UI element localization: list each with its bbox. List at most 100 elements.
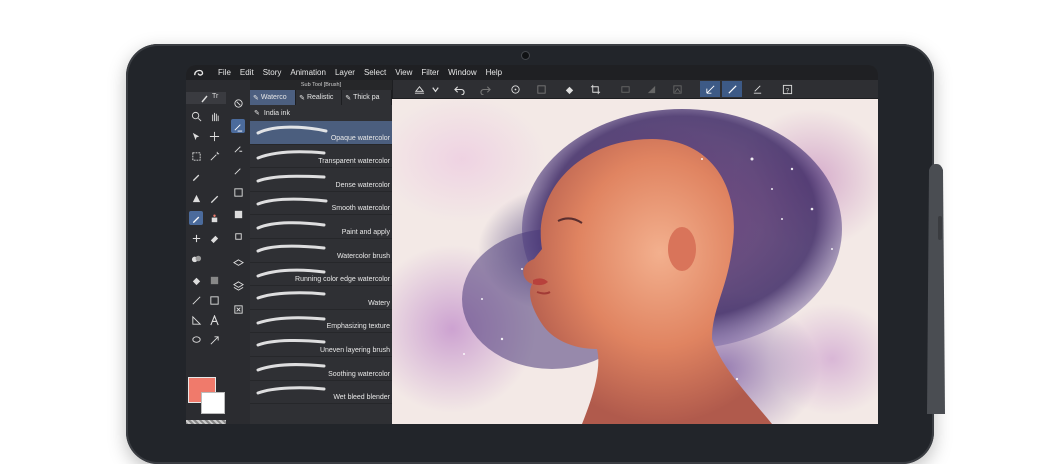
menu-select[interactable]: Select xyxy=(364,68,386,77)
material-group-icon[interactable] xyxy=(231,229,245,243)
fill-icon[interactable] xyxy=(189,273,203,287)
blend-icon[interactable] xyxy=(189,251,203,265)
zoom-icon[interactable] xyxy=(189,109,203,123)
brush-list-item[interactable]: Soothing watercolor xyxy=(250,357,392,381)
rect-select-icon[interactable] xyxy=(189,149,203,163)
redo-icon[interactable] xyxy=(478,82,492,96)
pen-icon[interactable] xyxy=(189,191,203,205)
correct-line-icon[interactable] xyxy=(207,333,221,347)
menu-edit[interactable]: Edit xyxy=(240,68,254,77)
undo-icon[interactable] xyxy=(452,82,466,96)
airbrush-icon[interactable] xyxy=(207,211,221,225)
menu-help[interactable]: Help xyxy=(486,68,502,77)
brush-list-item-label: Watery xyxy=(368,299,390,307)
stylus-pen xyxy=(927,164,945,414)
eyedropper-icon[interactable] xyxy=(189,169,203,183)
line-snap-icon[interactable] xyxy=(722,81,742,97)
brush-list-item-label: Wet bleed blender xyxy=(333,394,390,402)
brush-icon: ✎ xyxy=(299,94,305,102)
brush-list-item[interactable]: Uneven layering brush xyxy=(250,333,392,357)
brush-stroke-preview xyxy=(256,385,326,395)
brush-stroke-preview xyxy=(256,244,326,253)
brush-list-item-label: Smooth watercolor xyxy=(331,205,390,213)
text-icon[interactable] xyxy=(207,313,221,327)
lasso-select-icon[interactable] xyxy=(508,82,522,96)
brush-list-item[interactable]: Emphasizing texture xyxy=(250,310,392,334)
hand-icon[interactable] xyxy=(207,109,221,123)
decoration-icon[interactable] xyxy=(189,231,203,245)
pencil-icon[interactable] xyxy=(207,191,221,205)
help-icon[interactable]: ? xyxy=(780,82,794,96)
pen-line-icon[interactable] xyxy=(750,82,764,96)
chevron-down-icon[interactable] xyxy=(428,82,442,96)
tool-palette: Tr xyxy=(186,80,230,424)
gradient-icon[interactable] xyxy=(644,82,658,96)
balloon-icon[interactable] xyxy=(189,333,203,347)
brush-list-item-label: Soothing watercolor xyxy=(328,370,390,378)
menu-filter[interactable]: Filter xyxy=(421,68,439,77)
brush-list-item[interactable]: Transparent watercolor xyxy=(250,145,392,169)
paint-bucket-icon[interactable] xyxy=(562,82,576,96)
brush-group-icon[interactable] xyxy=(231,96,245,110)
layer-group-icon[interactable] xyxy=(231,256,245,270)
sub-tool-tabs: ✎ Waterco ✎ Realistic ✎ Thick pa xyxy=(250,90,392,105)
tab-thick-paint[interactable]: ✎ Thick pa xyxy=(342,90,392,105)
brush-list-item-label: Dense watercolor xyxy=(335,181,390,189)
brush-icon[interactable] xyxy=(189,211,203,225)
menu-layer[interactable]: Layer xyxy=(335,68,355,77)
menu-file[interactable]: File xyxy=(218,68,231,77)
watercolor-portrait xyxy=(462,109,842,424)
brush-list-item[interactable]: Running color edge watercolor xyxy=(250,263,392,287)
svg-text:?: ? xyxy=(785,87,789,94)
stack-group-icon[interactable] xyxy=(231,278,245,292)
transparent-color-swatch[interactable] xyxy=(186,420,230,424)
oil-paint-group-icon[interactable] xyxy=(231,141,245,155)
brush-stroke-preview xyxy=(256,174,326,183)
gradient-tool-icon[interactable] xyxy=(207,273,221,287)
close-panel-icon[interactable] xyxy=(231,302,245,316)
brush-stroke-preview xyxy=(256,197,328,206)
frame-border-icon[interactable] xyxy=(207,293,221,307)
color-fill-icon[interactable] xyxy=(412,82,426,96)
brush-stroke-preview xyxy=(256,316,326,325)
tab-watercolor[interactable]: ✎ Waterco xyxy=(250,90,297,105)
move-icon[interactable] xyxy=(207,129,221,143)
brush-list-item[interactable]: Paint and apply xyxy=(250,215,392,239)
tab-realistic[interactable]: ✎ Realistic xyxy=(296,90,343,105)
select-all-icon[interactable] xyxy=(534,82,548,96)
ruler-snap-icon[interactable] xyxy=(700,81,720,97)
brush-list-item[interactable]: Watery xyxy=(250,286,392,310)
brush-list-item[interactable]: Dense watercolor xyxy=(250,168,392,192)
brush-stroke-preview xyxy=(256,339,326,347)
command-bar: ? xyxy=(382,80,878,99)
drawing-canvas[interactable] xyxy=(392,99,878,424)
menu-animation[interactable]: Animation xyxy=(290,68,326,77)
pattern-group-icon[interactable] xyxy=(231,207,245,221)
magic-wand-icon[interactable] xyxy=(207,149,221,163)
layer-icon[interactable] xyxy=(618,82,632,96)
watercolor-group-icon[interactable] xyxy=(231,119,245,133)
tab-watercolor-label: Waterco xyxy=(260,94,287,101)
sub-color-swatch[interactable] xyxy=(201,392,225,414)
image-icon[interactable] xyxy=(670,82,684,96)
ruler-icon[interactable] xyxy=(189,313,203,327)
sub-tool-panel-title: Sub Tool [Brush] xyxy=(250,80,392,90)
menu-window[interactable]: Window xyxy=(448,68,476,77)
menu-story[interactable]: Story xyxy=(263,68,282,77)
brush-list-item-label: Watercolor brush xyxy=(336,252,390,260)
eraser-icon[interactable] xyxy=(207,231,221,245)
brush-list-item[interactable]: Watercolor brush xyxy=(250,239,392,263)
brush-stroke-preview xyxy=(256,291,326,300)
crop-icon[interactable] xyxy=(588,82,602,96)
brush-list-item[interactable]: Smooth watercolor xyxy=(250,192,392,216)
brush-list-item[interactable]: Opaque watercolor xyxy=(250,121,392,145)
app-logo-icon[interactable] xyxy=(192,67,206,78)
menu-view[interactable]: View xyxy=(395,68,412,77)
figure-icon[interactable] xyxy=(189,293,203,307)
brush-list-item[interactable]: Wet bleed blender xyxy=(250,381,392,405)
sub-tool-group-ink[interactable]: ✎ India ink xyxy=(250,106,392,120)
sub-tool-column xyxy=(226,80,251,424)
texture-group-icon[interactable] xyxy=(231,185,245,199)
ink-group-icon[interactable] xyxy=(231,163,245,177)
object-select-icon[interactable] xyxy=(189,129,203,143)
